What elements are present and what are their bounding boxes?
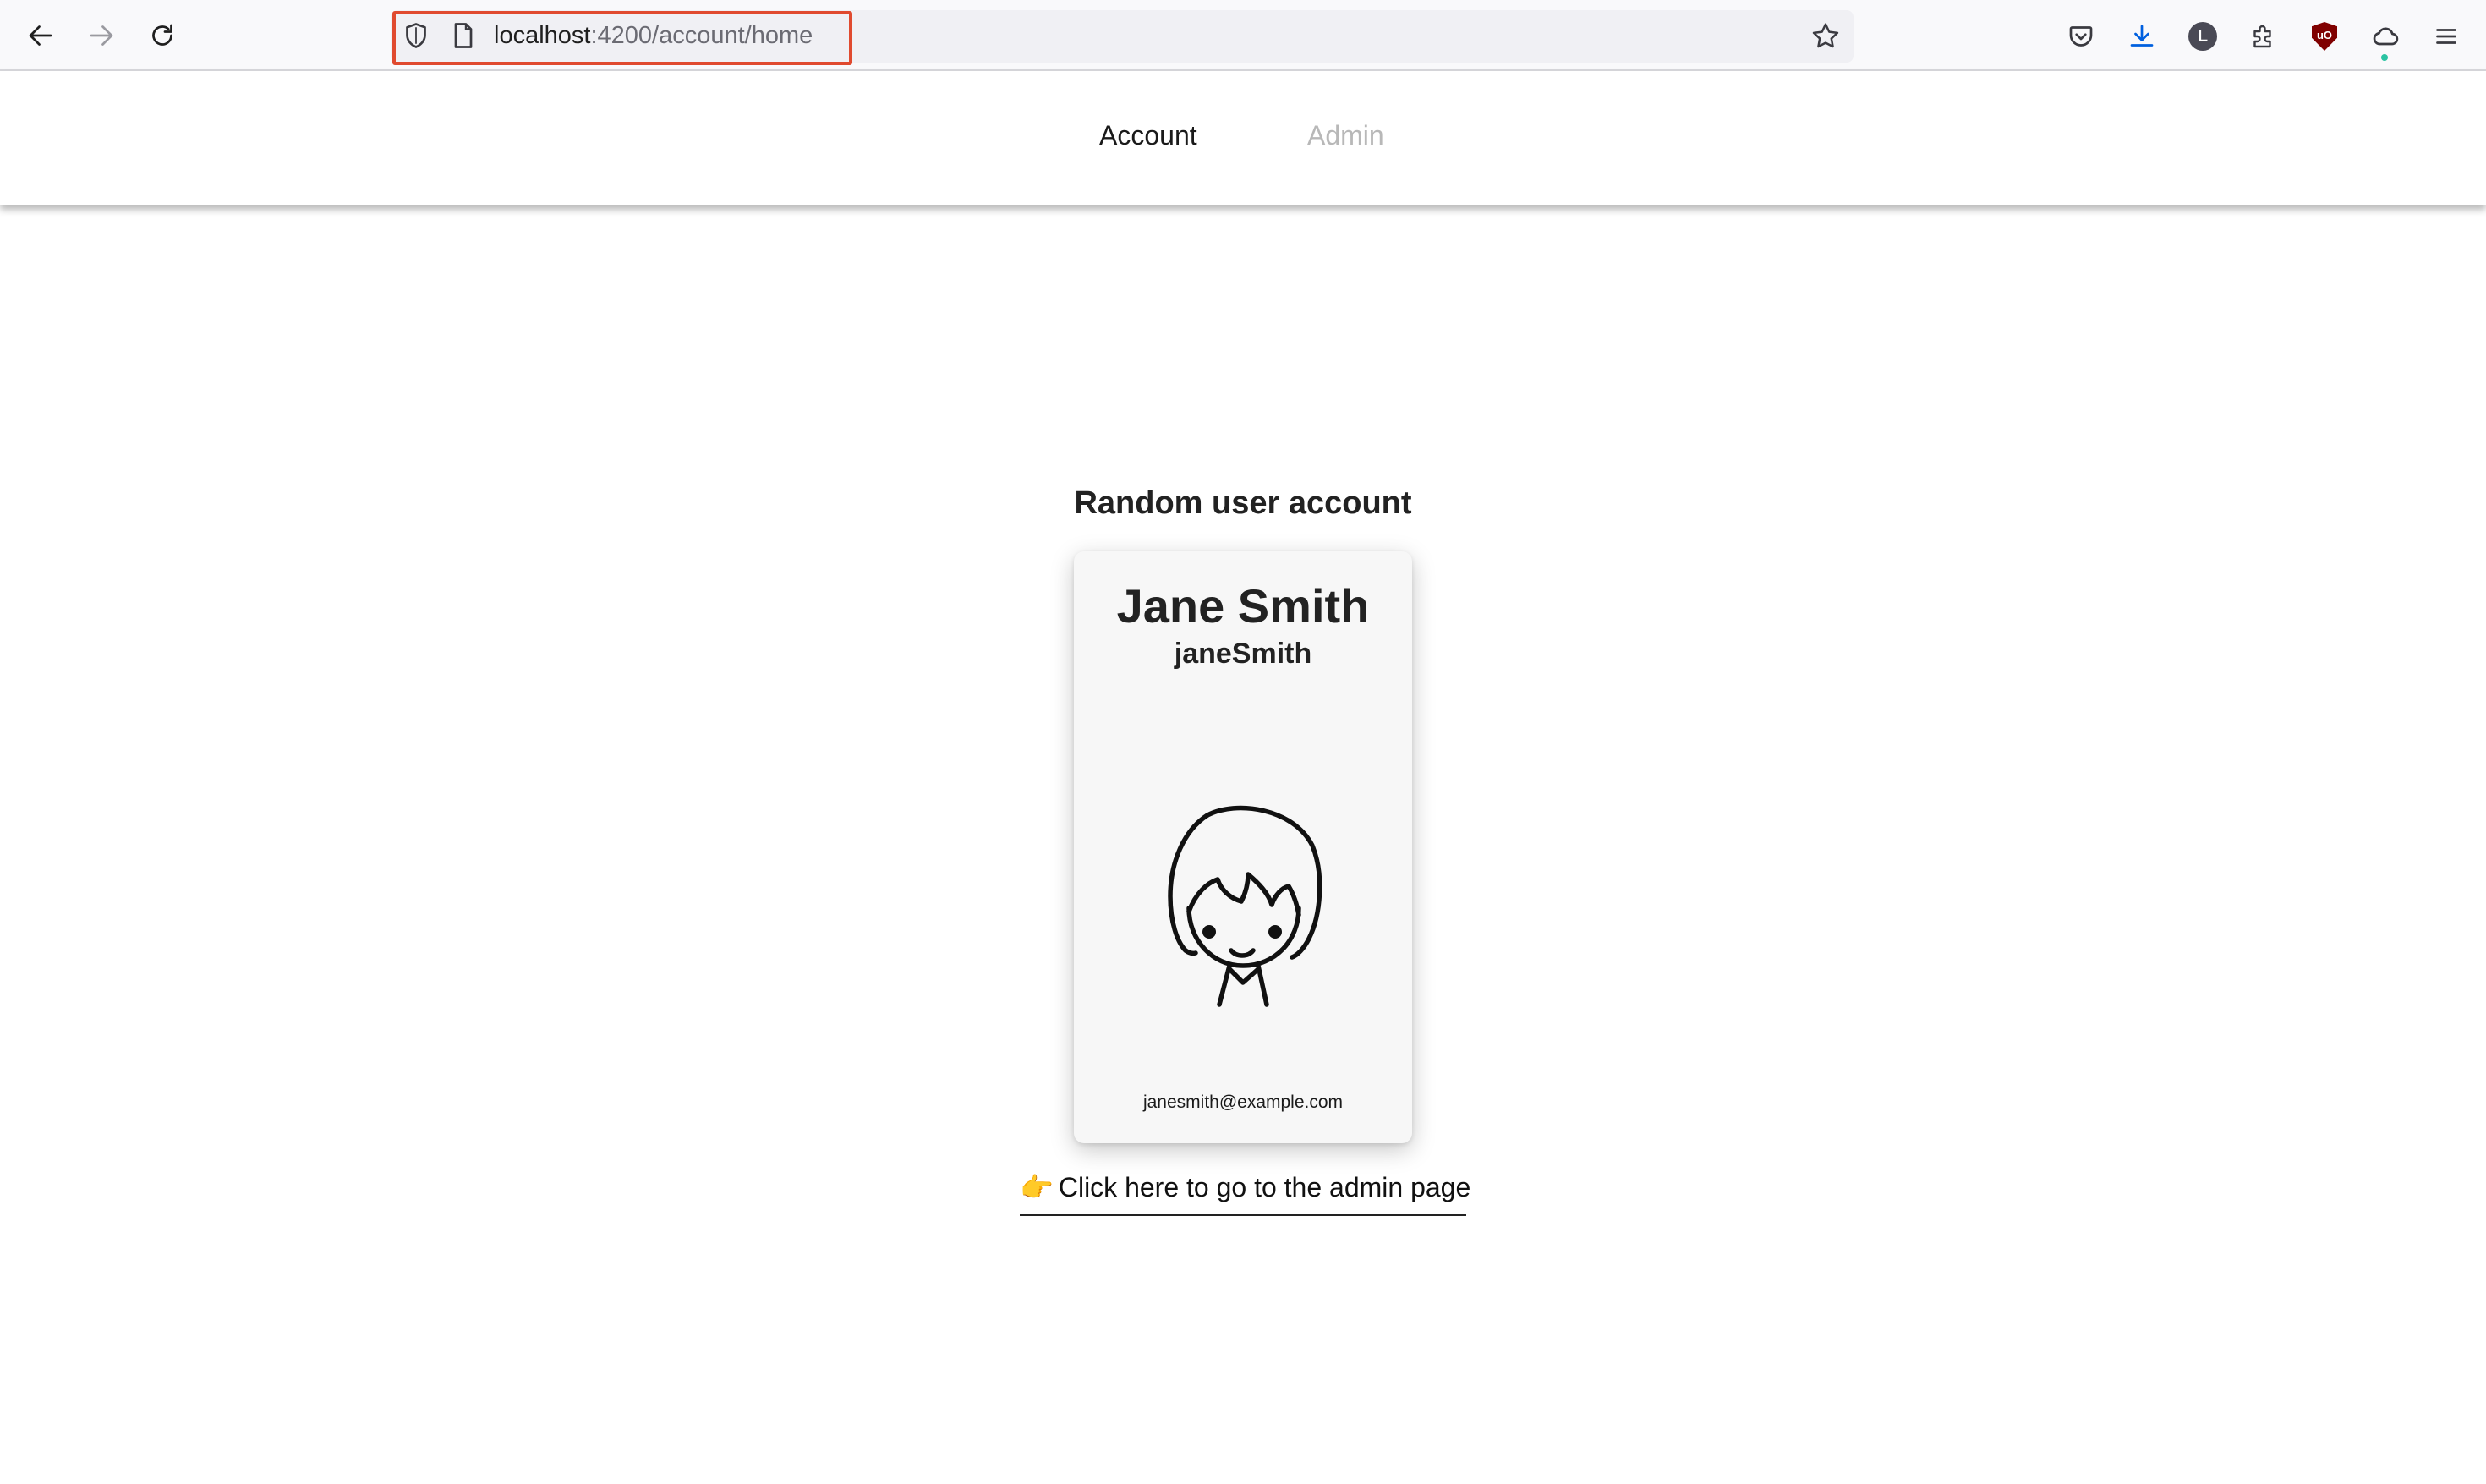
admin-link-label: Click here to go to the admin page bbox=[1058, 1172, 1471, 1202]
back-button[interactable] bbox=[22, 17, 59, 54]
arrow-right-icon bbox=[90, 25, 113, 46]
account-icon: L bbox=[2188, 22, 2217, 51]
user-email: janesmith@example.com bbox=[1142, 1092, 1344, 1112]
pocket-icon bbox=[2069, 26, 2093, 47]
arrow-left-icon bbox=[29, 25, 52, 46]
page-title: Random user account bbox=[1074, 485, 1412, 521]
forward-button[interactable] bbox=[83, 17, 120, 54]
user-card: Jane Smith janeSmith janesmith@example.c… bbox=[1074, 551, 1412, 1143]
reload-button[interactable] bbox=[144, 17, 181, 54]
hamburger-icon bbox=[2436, 29, 2456, 44]
url-highlight-box bbox=[392, 11, 852, 65]
app-navbar: Account Admin bbox=[0, 71, 2486, 205]
browser-toolbar: localhost:4200/account/home L uO bbox=[0, 0, 2486, 71]
nav-link-admin[interactable]: Admin bbox=[1307, 118, 1384, 152]
sync-button[interactable] bbox=[2368, 19, 2403, 54]
sync-status-dot bbox=[2381, 54, 2388, 61]
puzzle-icon bbox=[2253, 25, 2271, 48]
account-button[interactable]: L bbox=[2185, 19, 2220, 54]
download-icon bbox=[2130, 25, 2154, 47]
go-to-admin-link[interactable]: 👉 Click here to go to the admin page bbox=[1020, 1169, 1470, 1216]
star-icon[interactable] bbox=[1810, 20, 1842, 52]
reload-icon bbox=[152, 24, 172, 46]
pocket-button[interactable] bbox=[2063, 19, 2099, 54]
downloads-button[interactable] bbox=[2124, 19, 2160, 54]
user-full-name: Jane Smith bbox=[1116, 579, 1370, 632]
extensions-button[interactable] bbox=[2246, 19, 2281, 54]
ublock-button[interactable]: uO bbox=[2307, 19, 2342, 54]
pointing-hand-icon: 👉 bbox=[1020, 1172, 1054, 1202]
user-username: janeSmith bbox=[1174, 638, 1312, 670]
ublock-icon: uO bbox=[2312, 22, 2337, 51]
nav-link-account[interactable]: Account bbox=[1099, 118, 1197, 152]
menu-button[interactable] bbox=[2429, 19, 2464, 54]
girl-avatar-icon bbox=[1168, 805, 1322, 1007]
cloud-icon bbox=[2373, 27, 2399, 46]
